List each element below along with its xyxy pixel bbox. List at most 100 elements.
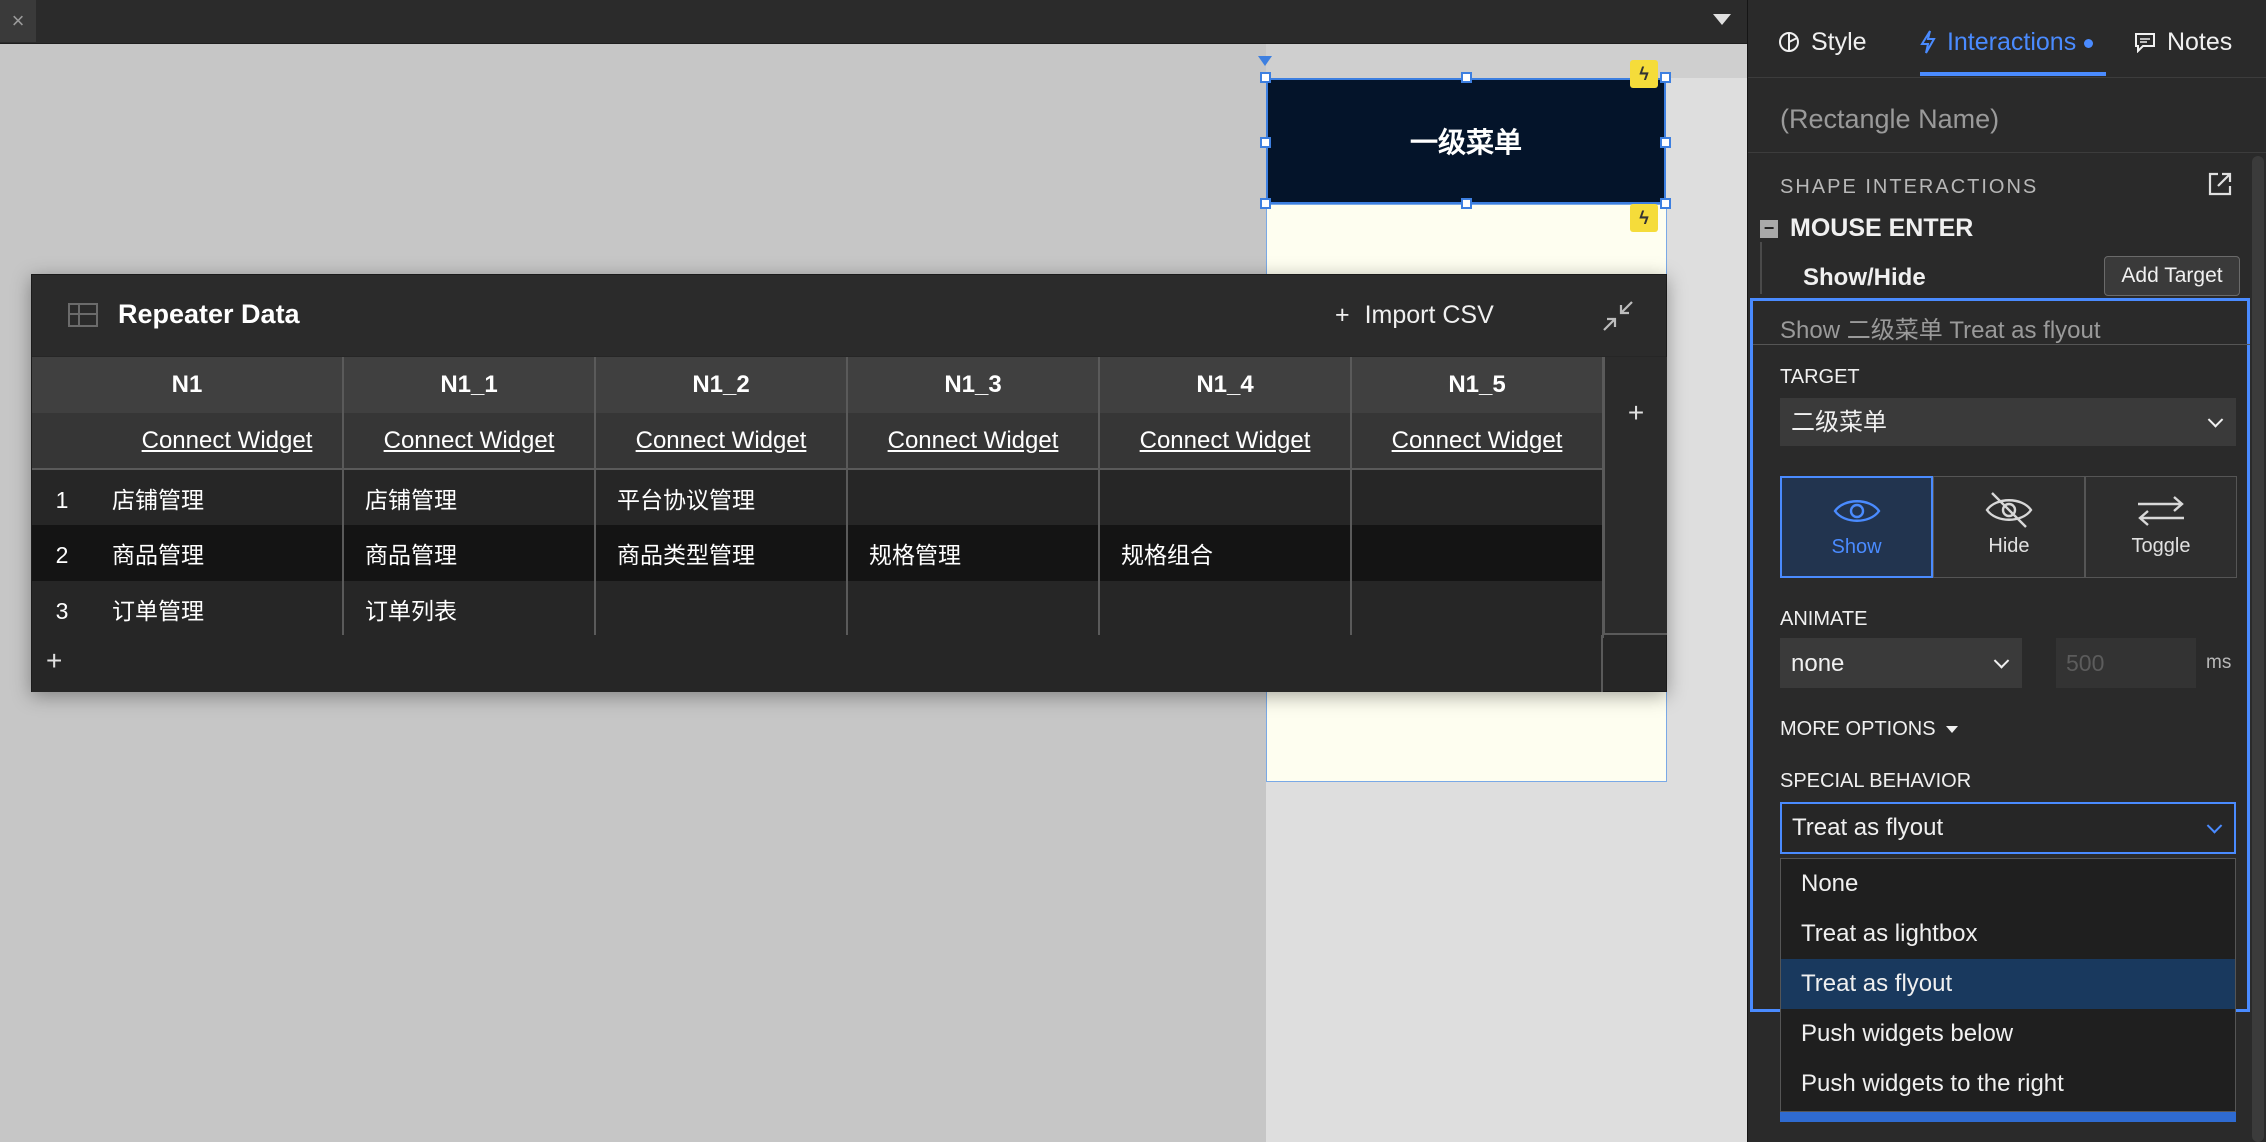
table-cell[interactable]: 订单列表 (343, 581, 596, 638)
table-cell[interactable]: 1 店铺管理 (32, 469, 344, 525)
rectangle-name-field[interactable]: (Rectangle Name) (1780, 104, 1999, 135)
canvas-ruler-area (1266, 44, 1747, 78)
table-icon (68, 303, 98, 327)
action-show-hide[interactable]: Show/Hide (1803, 264, 1926, 292)
header-row: N1 N1_1 N1_2 N1_3 N1_4 N1_5 (32, 357, 1604, 413)
table-cell[interactable]: 店铺管理 (343, 469, 596, 525)
table-cell[interactable] (1099, 581, 1352, 638)
toggle-arrows-icon (2138, 496, 2184, 526)
add-column-button[interactable]: + (1603, 357, 1667, 635)
chevron-down-icon (2206, 818, 2223, 834)
tabs-dropdown-icon[interactable] (1713, 14, 1731, 25)
connect-cell: Connect Widget (1351, 413, 1604, 470)
duration-input[interactable]: 500 (2056, 638, 2196, 688)
tab-notes[interactable]: Notes (2134, 28, 2232, 57)
table-cell[interactable]: 规格管理 (847, 525, 1100, 581)
resize-handle[interactable] (1660, 137, 1671, 148)
toggle-option[interactable]: Toggle (2085, 476, 2237, 578)
resize-handle[interactable] (1260, 137, 1271, 148)
special-behavior-select[interactable]: Treat as flyout (1780, 802, 2236, 854)
table-row: 3 订单管理 订单列表 (32, 581, 1604, 638)
connect-widget-link[interactable]: Connect Widget (142, 427, 313, 454)
animate-label: ANIMATE (1780, 608, 1868, 630)
column-header-n1-5[interactable]: N1_5 (1351, 357, 1604, 413)
connect-widget-link[interactable]: Connect Widget (1392, 427, 1563, 454)
target-select[interactable]: 二级菜单 (1780, 398, 2236, 446)
hide-option[interactable]: Hide (1933, 476, 2085, 578)
column-header-n1-3[interactable]: N1_3 (847, 357, 1100, 413)
tree-connector (1760, 242, 1762, 294)
more-options-toggle[interactable]: MORE OPTIONS (1780, 718, 1958, 741)
connect-widget-row: Connect Widget Connect Widget Connect Wi… (32, 413, 1604, 470)
connect-cell: Connect Widget (595, 413, 848, 470)
collapse-icon[interactable] (1601, 299, 1635, 333)
animate-select[interactable]: none (1780, 638, 2022, 688)
column-header-n1-4[interactable]: N1_4 (1099, 357, 1352, 413)
connect-cell: Connect Widget (1099, 413, 1352, 470)
special-behavior-value: Treat as flyout (1792, 814, 1944, 841)
table-cell[interactable] (1351, 525, 1604, 581)
table-cell[interactable]: 3 订单管理 (32, 581, 344, 638)
column-header-n1-1[interactable]: N1_1 (343, 357, 596, 413)
open-external-icon[interactable] (2206, 170, 2234, 198)
resize-handle[interactable] (1660, 72, 1671, 83)
table-cell[interactable] (1351, 581, 1604, 638)
special-behavior-menu: None Treat as lightbox Treat as flyout P… (1780, 858, 2236, 1112)
ok-button-edge[interactable] (1780, 1112, 2236, 1122)
table-cell[interactable] (595, 581, 848, 638)
repeater-data-dialog: Repeater Data + Import CSV N1 N1_1 N1_2 … (31, 274, 1667, 692)
connect-widget-link[interactable]: Connect Widget (384, 427, 555, 454)
table-cell[interactable] (1099, 469, 1352, 525)
table-cell[interactable]: 商品类型管理 (595, 525, 848, 581)
show-option[interactable]: Show (1780, 476, 1933, 578)
menu-item-lightbox[interactable]: Treat as lightbox (1781, 909, 2235, 959)
table-cell[interactable] (847, 581, 1100, 638)
table-cell[interactable]: 规格组合 (1099, 525, 1352, 581)
hide-label: Hide (1988, 535, 2030, 557)
connect-cell: Connect Widget (32, 413, 344, 470)
scrollbar[interactable] (2252, 156, 2264, 1142)
import-csv-label: Import CSV (1364, 301, 1494, 329)
connect-cell: Connect Widget (343, 413, 596, 470)
toggle-label: Toggle (2131, 535, 2191, 557)
resize-handle[interactable] (1260, 198, 1271, 209)
close-tab-icon[interactable]: × (0, 0, 36, 42)
resize-handle[interactable] (1260, 72, 1271, 83)
active-tab-indicator (1920, 72, 2106, 76)
resize-handle[interactable] (1461, 198, 1472, 209)
column-header-n1-2[interactable]: N1_2 (595, 357, 848, 413)
menu-item-push-below[interactable]: Push widgets below (1781, 1009, 2235, 1059)
primary-menu-widget[interactable]: 一级菜单 (1266, 78, 1666, 204)
collapse-event-icon[interactable]: − (1760, 219, 1778, 238)
tab-style-label: Style (1810, 28, 1867, 56)
column-header-n1[interactable]: N1 (32, 357, 344, 413)
table-cell[interactable] (1351, 469, 1604, 525)
eye-icon (1833, 500, 1880, 522)
table-cell[interactable]: 平台协议管理 (595, 469, 848, 525)
resize-handle[interactable] (1461, 72, 1472, 83)
add-row-button[interactable]: + (32, 635, 1603, 692)
primary-menu-label: 一级菜单 (1409, 127, 1522, 158)
event-mouse-enter[interactable]: MOUSE ENTER (1790, 214, 1973, 243)
ms-unit: ms (2206, 652, 2232, 673)
inspector-panel: Style Interactions Notes (Rectangle Name… (1747, 0, 2266, 1142)
table-cell[interactable] (847, 469, 1100, 525)
tab-style[interactable]: Style (1778, 28, 1867, 57)
connect-widget-link[interactable]: Connect Widget (1140, 427, 1311, 454)
add-target-button[interactable]: Add Target (2104, 256, 2240, 296)
unsaved-dot (2084, 38, 2094, 48)
tab-interactions[interactable]: Interactions (1920, 28, 2094, 57)
repeater-table: N1 N1_1 N1_2 N1_3 N1_4 N1_5 Connect Widg… (32, 357, 1604, 638)
document-tab-bar: × (0, 0, 1747, 44)
connect-widget-link[interactable]: Connect Widget (636, 427, 807, 454)
import-csv-button[interactable]: + Import CSV (1335, 301, 1494, 330)
resize-handle[interactable] (1660, 198, 1671, 209)
table-cell[interactable]: 商品管理 (343, 525, 596, 581)
menu-item-flyout[interactable]: Treat as flyout (1781, 959, 2235, 1009)
connect-widget-link[interactable]: Connect Widget (888, 427, 1059, 454)
interaction-bolt-icon[interactable]: ϟ (1630, 204, 1658, 232)
interaction-bolt-icon[interactable]: ϟ (1630, 60, 1658, 88)
menu-item-none[interactable]: None (1781, 859, 2235, 909)
table-cell[interactable]: 2 商品管理 (32, 525, 344, 581)
menu-item-push-right[interactable]: Push widgets to the right (1781, 1059, 2235, 1109)
